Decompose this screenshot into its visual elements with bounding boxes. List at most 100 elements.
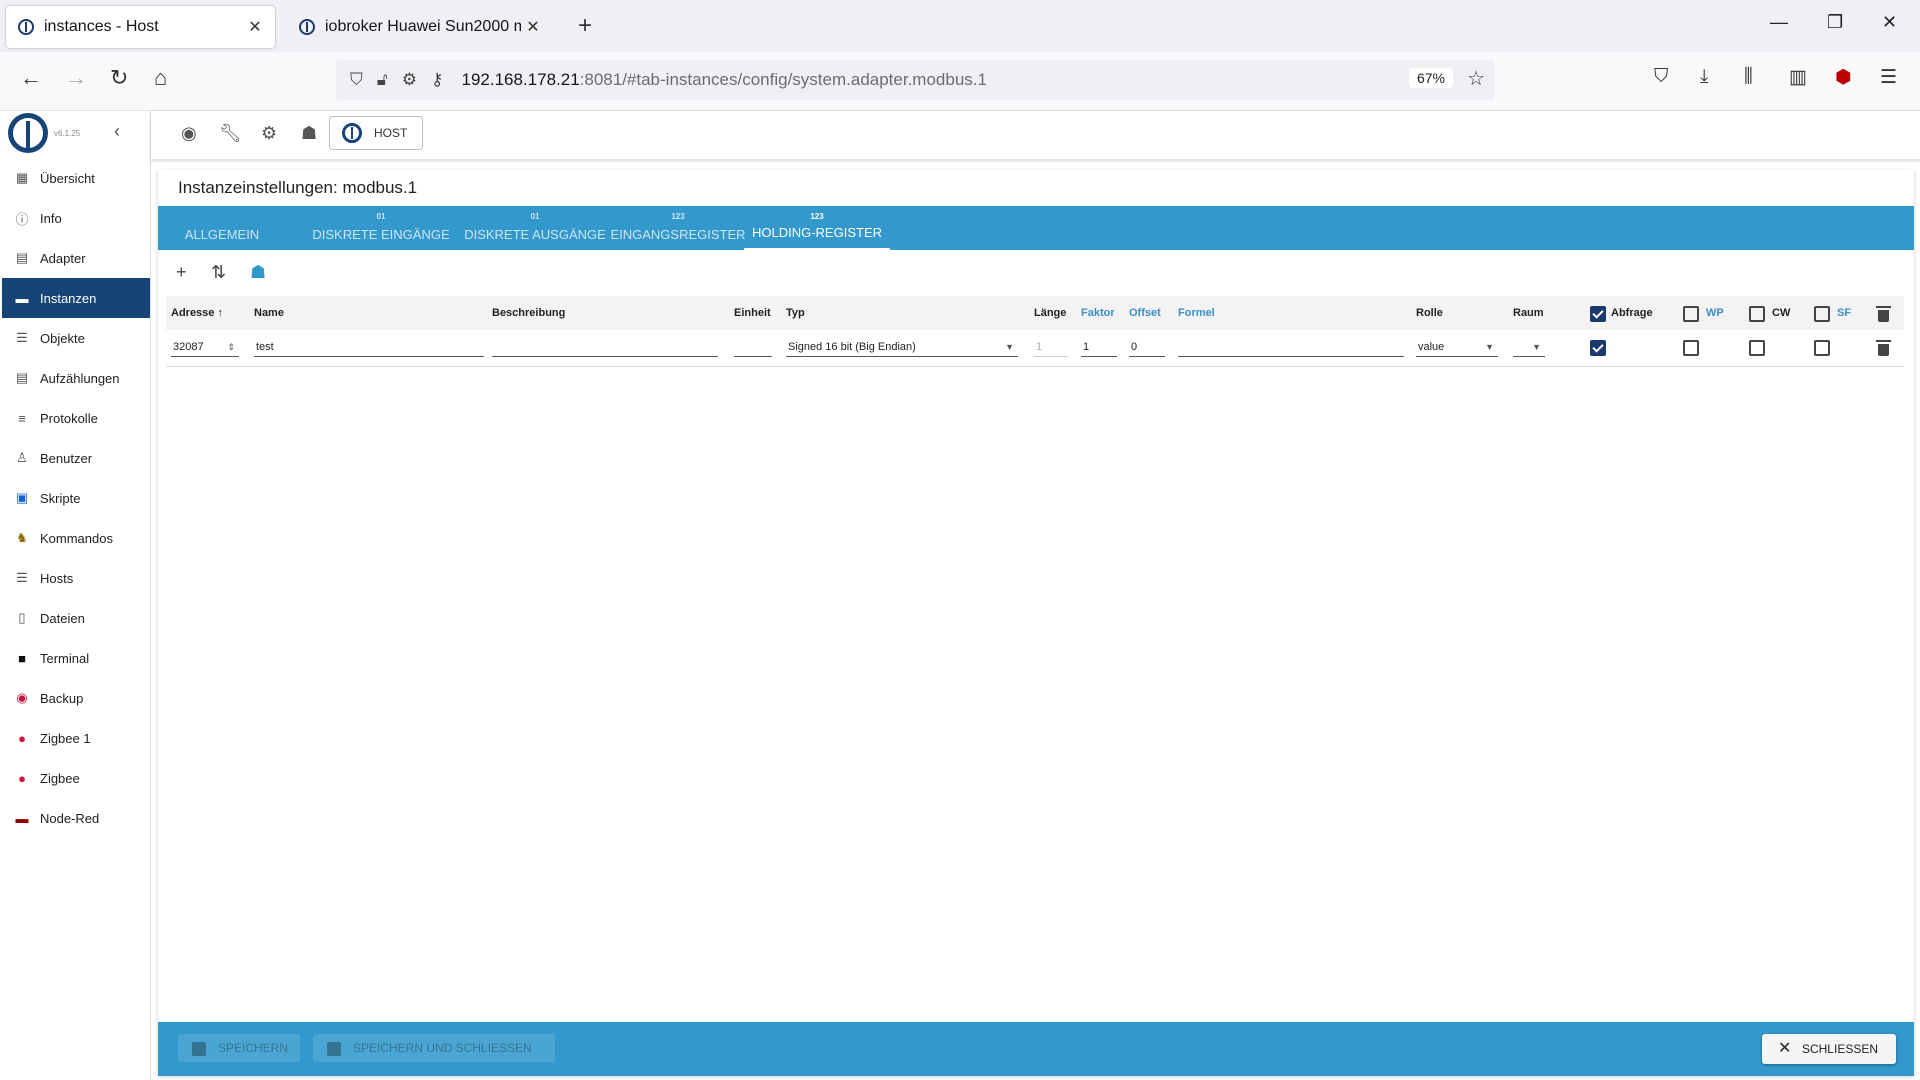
delete-all-icon[interactable] [1876, 306, 1891, 322]
tab-eingangsregister[interactable]: 123 EINGANGSREGISTER [603, 206, 753, 250]
sf-all-checkbox[interactable] [1814, 306, 1830, 322]
gear-icon[interactable]: ⚙ [261, 123, 277, 144]
sidebar-item-uebersicht[interactable]: ▦ Übersicht [2, 158, 150, 198]
wp-all-checkbox[interactable] [1683, 306, 1699, 322]
forward-icon[interactable]: → [65, 65, 87, 91]
col-faktor[interactable]: Faktor [1081, 296, 1115, 330]
tab-diskrete-ausgaenge[interactable]: 01 DISKRETE AUSGÄNGE [450, 206, 620, 250]
new-tab-icon[interactable]: + [578, 12, 592, 40]
sidebar-item-node-red[interactable]: ▬ Node-Red [2, 798, 150, 838]
col-sf: SF [1837, 307, 1852, 319]
poll-checkbox[interactable] [1590, 340, 1606, 356]
col-adresse[interactable]: Adresse ↑ [171, 296, 223, 330]
offset-input[interactable]: 0 [1129, 338, 1165, 357]
col-raum[interactable]: Raum [1513, 296, 1544, 330]
library-icon[interactable]: ⫼ [1744, 66, 1753, 88]
shield-icon[interactable]: ⛉ [350, 70, 363, 90]
col-name[interactable]: Name [254, 296, 284, 330]
sidebar-item-zigbee-1[interactable]: ● Zigbee 1 [2, 718, 150, 758]
sidebar-item-label: Objekte [40, 330, 85, 346]
sidebar-item-protokolle[interactable]: ≡ Protokolle [2, 398, 150, 438]
col-typ[interactable]: Typ [786, 296, 805, 330]
expert-mode-icon[interactable]: ☗ [301, 123, 317, 144]
sidebar-item-terminal[interactable]: ■ Terminal [2, 638, 150, 678]
url-text[interactable]: 192.168.178.21:8081/#tab-instances/confi… [461, 70, 986, 90]
cw-checkbox[interactable] [1749, 340, 1765, 356]
close-button[interactable]: ✕ SCHLIESSEN [1762, 1034, 1896, 1064]
sort-icon[interactable]: ⇅ [211, 262, 226, 283]
pocket-icon[interactable]: ⛉ [1654, 66, 1668, 88]
poll-all-checkbox[interactable] [1590, 306, 1606, 322]
eye-icon[interactable]: ◉ [181, 123, 197, 144]
save-button[interactable]: SPEICHERN [178, 1034, 300, 1062]
sidebar-item-skripte[interactable]: ▣ Skripte [2, 478, 150, 518]
sidebar-item-objekte[interactable]: ☰ Objekte [2, 318, 150, 358]
bookmark-star-icon[interactable]: ☆ [1467, 66, 1485, 91]
grid-icon: ▦ [15, 170, 29, 185]
expert-icon[interactable]: ☗ [250, 262, 266, 283]
downloads-icon[interactable]: ⤓ [1700, 66, 1708, 88]
browser-tab-inactive[interactable]: iobroker Huawei Sun2000 mod ✕ [287, 6, 553, 48]
hamburger-menu-icon[interactable]: ☰ [1880, 66, 1897, 89]
address-input[interactable]: 32087 ⇕ [171, 338, 239, 357]
restore-icon[interactable]: ❐ [1827, 12, 1843, 33]
back-icon[interactable]: ← [20, 65, 42, 91]
zoom-level[interactable]: 67% [1408, 68, 1453, 88]
sidebar-toggle-icon[interactable]: ▥ [1789, 66, 1807, 89]
col-formel[interactable]: Formel [1178, 296, 1215, 330]
col-einheit[interactable]: Einheit [734, 296, 771, 330]
sidebar-item-dateien[interactable]: ▯ Dateien [2, 598, 150, 638]
file-icon: ▯ [18, 610, 26, 625]
add-row-icon[interactable]: + [176, 262, 187, 283]
formula-input[interactable] [1178, 338, 1404, 357]
save-close-button[interactable]: SPEICHERN UND SCHLIESSEN [313, 1034, 555, 1062]
close-icon: ✕ [1778, 1040, 1792, 1057]
iobroker-logo[interactable] [8, 113, 48, 153]
wp-checkbox[interactable] [1683, 340, 1699, 356]
host-button[interactable]: HOST [329, 116, 423, 150]
sidebar-item-adapter[interactable]: ▤ Adapter [2, 238, 150, 278]
sidebar-item-info[interactable]: ⓘ Info [2, 198, 150, 238]
room-select[interactable]: ▼ [1513, 338, 1545, 357]
description-input[interactable] [492, 338, 718, 357]
col-rolle[interactable]: Rolle [1416, 296, 1443, 330]
cw-all-checkbox[interactable] [1749, 306, 1765, 322]
tab-holding-register[interactable]: 123 HOLDING-REGISTER [744, 206, 890, 250]
factor-input[interactable]: 1 [1081, 338, 1117, 357]
url-bar[interactable]: ⛉ 🔓︎ ⚙ ⚷ 192.168.178.21:8081/#tab-instan… [336, 60, 1495, 100]
close-tab-icon[interactable]: ✕ [521, 17, 545, 37]
sidebar-item-kommandos[interactable]: ♞ Kommandos [2, 518, 150, 558]
browser-tab-active[interactable]: instances - Host ✕ [6, 6, 275, 48]
length-input[interactable]: 1 [1034, 338, 1068, 357]
collapse-sidebar-icon[interactable]: ‹ [114, 121, 120, 142]
sidebar-item-backup[interactable]: ◉ Backup [2, 678, 150, 718]
sf-checkbox[interactable] [1814, 340, 1830, 356]
insecure-lock-icon[interactable]: 🔓︎ [377, 70, 388, 90]
reload-icon[interactable]: ↻ [110, 65, 128, 91]
sidebar-item-aufzaehlungen[interactable]: ▤ Aufzählungen [2, 358, 150, 398]
stepper-icon[interactable]: ⇕ [227, 338, 235, 356]
sidebar-item-instanzen[interactable]: ▬ Instanzen [2, 278, 150, 318]
minimize-icon[interactable]: — [1770, 12, 1788, 33]
tab-allgemein[interactable]: ALLGEMEIN [172, 206, 272, 250]
col-wp: WP [1706, 307, 1724, 319]
wrench-icon[interactable]: 🔧︎ [219, 123, 242, 144]
col-offset[interactable]: Offset [1129, 296, 1161, 330]
ublock-icon[interactable]: ⬢ [1835, 66, 1852, 89]
tab-diskrete-eingaenge[interactable]: 01 DISKRETE EINGÄNGE [296, 206, 466, 250]
type-select[interactable]: Signed 16 bit (Big Endian) ▼ [786, 338, 1018, 357]
delete-row-icon[interactable] [1876, 340, 1891, 356]
window-close-icon[interactable]: ✕ [1882, 12, 1897, 33]
key-icon[interactable]: ⚷ [431, 70, 443, 90]
sidebar-item-hosts[interactable]: ☰ Hosts [2, 558, 150, 598]
col-laenge[interactable]: Länge [1034, 296, 1066, 330]
role-select[interactable]: value ▼ [1416, 338, 1498, 357]
sidebar-item-benutzer[interactable]: ♙ Benutzer [2, 438, 150, 478]
col-beschreibung[interactable]: Beschreibung [492, 296, 565, 330]
sidebar-item-zigbee[interactable]: ● Zigbee [2, 758, 150, 798]
permissions-icon[interactable]: ⚙ [402, 70, 417, 90]
unit-input[interactable] [734, 338, 772, 357]
home-icon[interactable]: ⌂ [154, 65, 167, 91]
close-tab-icon[interactable]: ✕ [243, 17, 267, 37]
name-input[interactable]: test [254, 338, 484, 357]
